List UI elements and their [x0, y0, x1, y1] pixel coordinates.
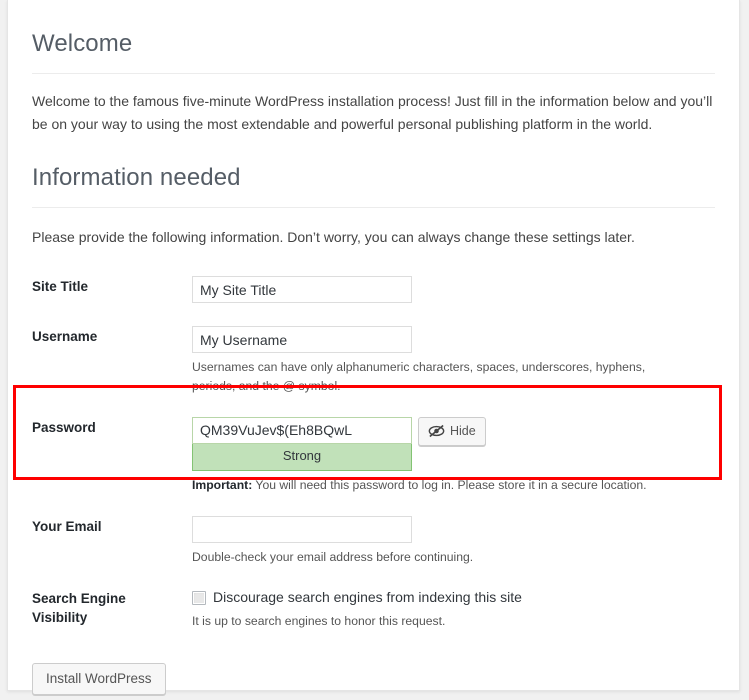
search-visibility-checkbox[interactable] — [192, 590, 206, 605]
information-needed-heading: Information needed — [32, 136, 715, 208]
password-row: Password Strong — [32, 403, 715, 502]
setup-card: Welcome Welcome to the famous five-minut… — [7, 0, 740, 695]
site-title-row: Site Title — [32, 262, 715, 312]
setup-form-table: Site Title Username Usernames can have o… — [32, 262, 715, 643]
install-wordpress-button[interactable]: Install WordPress — [32, 662, 166, 695]
username-description: Usernames can have only alphanumeric cha… — [192, 360, 646, 393]
password-cell: Strong Hide — [192, 403, 715, 502]
hide-password-button[interactable]: Hide — [418, 416, 486, 446]
username-input[interactable] — [192, 326, 412, 354]
eye-slash-icon — [428, 424, 445, 438]
information-intro-text: Please provide the following information… — [32, 228, 635, 245]
search-visibility-label: Search Engine Visibility — [32, 591, 126, 625]
password-description-text: You will need this password to log in. P… — [252, 477, 647, 492]
email-description: Double-check your email address before c… — [192, 550, 474, 565]
password-strength-indicator: Strong — [192, 443, 412, 471]
password-description-important: Important: — [192, 477, 253, 492]
wordpress-install-page: Welcome Welcome to the famous five-minut… — [0, 0, 749, 700]
email-row: Your Email Double-check your email addre… — [32, 502, 715, 574]
email-label: Your Email — [32, 519, 102, 535]
search-visibility-cell: Discourage search engines from indexing … — [192, 574, 715, 642]
username-row: Username Usernames can have only alphanu… — [32, 312, 715, 403]
email-input[interactable] — [192, 516, 412, 544]
welcome-heading: Welcome — [32, 0, 715, 75]
username-cell: Usernames can have only alphanumeric cha… — [192, 312, 715, 403]
site-title-label: Site Title — [32, 279, 89, 295]
search-visibility-checkbox-label: Discourage search engines from indexing … — [213, 589, 522, 606]
search-visibility-row: Search Engine Visibility Discourage sear… — [32, 574, 715, 642]
password-input-group: Strong Hide — [192, 416, 715, 471]
email-cell: Double-check your email address before c… — [192, 502, 715, 574]
site-title-input[interactable] — [192, 276, 412, 304]
password-input[interactable] — [192, 416, 412, 444]
welcome-intro-text: Welcome to the famous five-minute WordPr… — [32, 93, 713, 132]
password-input-wrapper: Strong — [192, 416, 412, 471]
password-label: Password — [32, 419, 96, 435]
search-visibility-checkbox-line[interactable]: Discourage search engines from indexing … — [192, 588, 715, 606]
hide-password-label: Hide — [450, 424, 476, 439]
site-title-cell — [192, 262, 715, 312]
password-description: Important: You will need this password t… — [192, 476, 682, 494]
search-visibility-description: It is up to search engines to honor this… — [192, 613, 446, 628]
username-label: Username — [32, 329, 98, 345]
